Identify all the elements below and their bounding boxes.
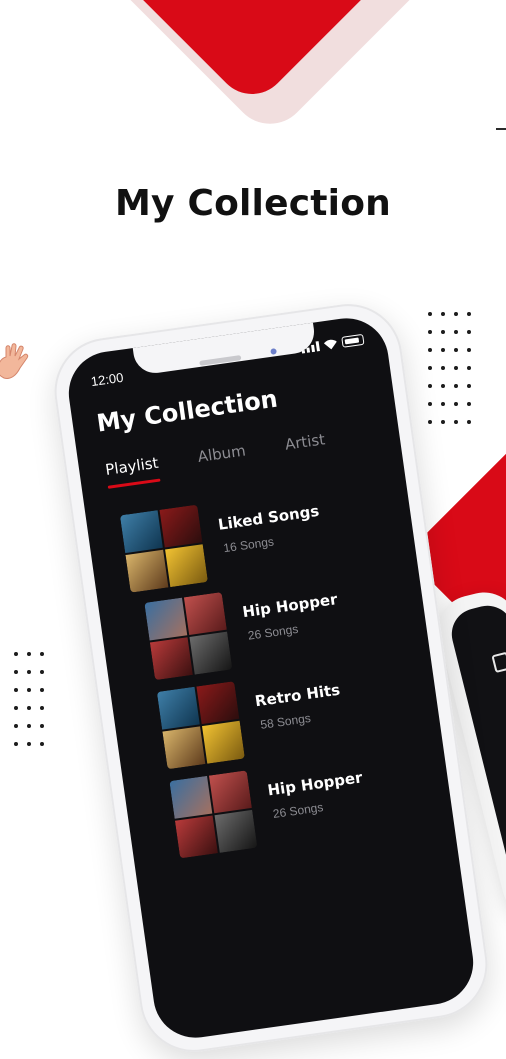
playlist-cover xyxy=(119,504,209,593)
playlist-name: Hip Hopper xyxy=(241,590,339,622)
square-icon xyxy=(491,651,506,674)
decorative-dot-grid xyxy=(428,312,471,424)
playlist-cover xyxy=(144,592,233,681)
playlist-name: Retro Hits xyxy=(253,680,342,711)
playlist-song-count: 58 Songs xyxy=(259,710,312,732)
playlist-song-count: 26 Songs xyxy=(246,621,300,643)
playlist-name: Liked Songs xyxy=(216,501,321,534)
phone-notch xyxy=(132,320,317,376)
tab-artist[interactable]: Artist xyxy=(284,430,328,463)
phone-screen: 12:00 My Collection Playlist Album Artis… xyxy=(63,312,479,1044)
signal-icon xyxy=(301,340,320,354)
tab-album[interactable]: Album xyxy=(197,441,249,475)
battery-icon xyxy=(341,333,365,348)
tab-bar: Playlist Album Artist xyxy=(104,430,327,489)
hand-icon xyxy=(0,343,29,379)
status-time: 12:00 xyxy=(89,369,125,390)
playlist-song-count: 26 Songs xyxy=(271,800,325,821)
playlist-cover xyxy=(169,770,258,859)
tab-playlist[interactable]: Playlist xyxy=(104,454,161,489)
playlist-name: Hip Hopper xyxy=(266,768,364,800)
decorative-dot-grid xyxy=(14,652,44,746)
playlist-list: Liked Songs 16 Songs Hip Hopper 26 Songs xyxy=(119,476,447,871)
decorative-line xyxy=(496,128,506,130)
wifi-icon xyxy=(323,339,337,349)
page-headline: My Collection xyxy=(115,183,391,224)
screen-title: My Collection xyxy=(94,384,280,438)
playlist-song-count: 16 Songs xyxy=(222,534,275,556)
playlist-cover xyxy=(156,681,245,770)
